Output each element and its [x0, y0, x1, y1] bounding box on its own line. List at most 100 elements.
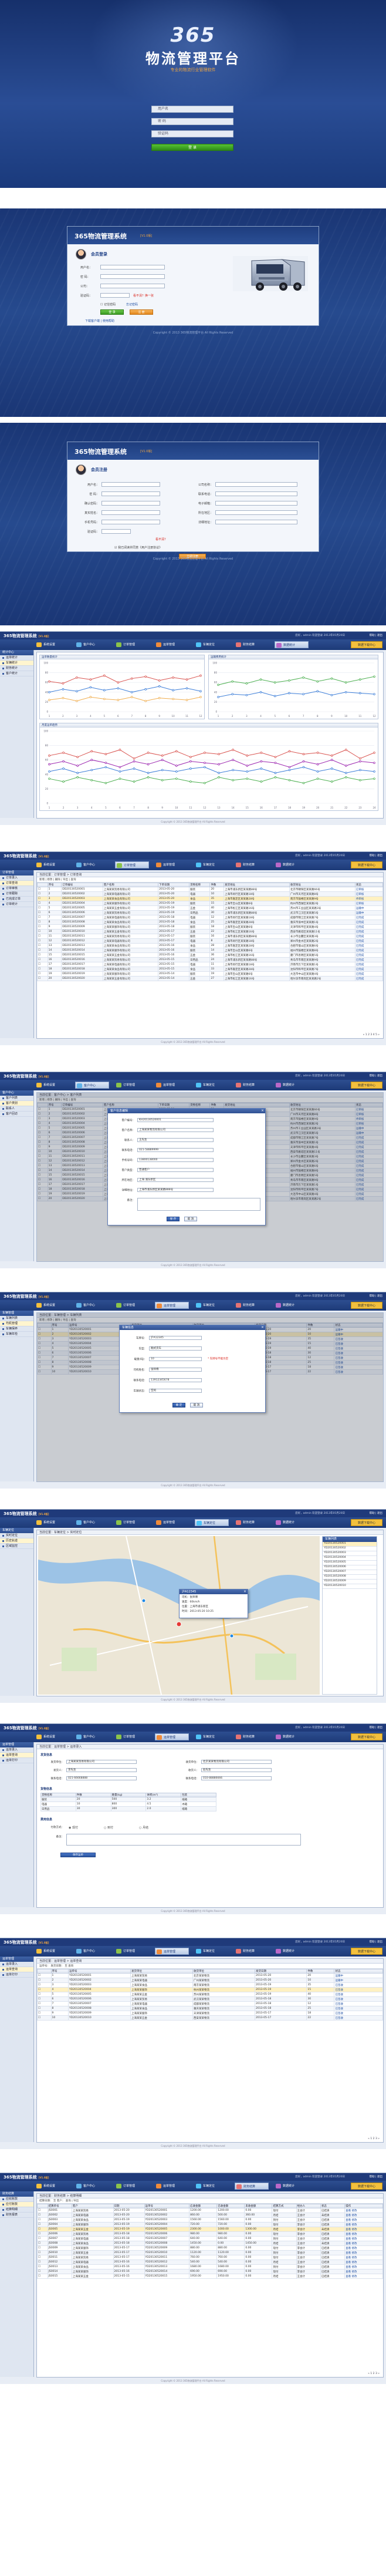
table-cell[interactable]: 300 [110, 1806, 147, 1811]
sidebar-item[interactable]: 客户回访 [0, 1112, 33, 1117]
data-point[interactable] [104, 753, 107, 756]
nav-item[interactable]: 财务结算 [235, 1519, 269, 1526]
data-point[interactable] [130, 696, 133, 698]
register-field-input[interactable] [101, 501, 160, 506]
data-point[interactable] [245, 693, 248, 696]
data-point[interactable] [218, 776, 220, 779]
data-point[interactable] [161, 769, 164, 772]
table-row[interactable]: 服装 20 500 3.2 纸箱 [40, 1797, 216, 1802]
nav-item[interactable]: 订单管理 [115, 2183, 149, 2190]
data-point[interactable] [199, 690, 202, 692]
table-row[interactable]: ☐ JS0001 上海某某贸易 2013-05-20 YD20130520001 1200… [37, 2208, 383, 2213]
remember-checkbox[interactable]: ☐ 记住密码 [100, 302, 116, 307]
column-header[interactable]: 应收金额 [189, 2204, 218, 2208]
table-row[interactable]: ☐ JS0011 上海某某贸易 2013-05-17 YD20130520011 760.… [37, 2255, 383, 2260]
register-field-input[interactable] [215, 491, 297, 496]
data-point[interactable] [373, 752, 375, 754]
data-point[interactable] [218, 753, 220, 756]
data-point[interactable] [117, 687, 120, 689]
table-row[interactable]: ☐1DD20130520001上海某某贸易有限公司2013-05-20服装20上… [37, 887, 384, 892]
table-row[interactable]: ☐13DD20130520013上海某某食品有限公司2013-05-16食品28… [37, 943, 384, 948]
nav-item[interactable]: 车辆定位 [195, 1302, 229, 1309]
row-checkbox[interactable]: ☐ [37, 1987, 52, 1992]
table-cell[interactable]: 电器 [40, 1801, 76, 1807]
data-point[interactable] [218, 772, 220, 775]
nav-item[interactable]: 系统设置 [35, 861, 69, 868]
table-row[interactable]: ☐ JS0014 上海某某服饰 2013-05-16 YD20130520014 690.… [37, 2269, 383, 2274]
top-links[interactable]: 帮助 | 退出 [370, 634, 382, 637]
data-point[interactable] [172, 698, 174, 701]
nav-item[interactable]: 财务结算 [235, 1302, 269, 1309]
toolbar[interactable]: 新增 | 修改 | 删除 | 导出 | 查询 [37, 877, 383, 883]
data-point[interactable] [147, 763, 150, 766]
data-point[interactable] [246, 755, 249, 757]
data-point[interactable] [161, 759, 164, 761]
nav-item[interactable]: 客户中心 [75, 641, 109, 648]
data-point[interactable] [104, 766, 107, 769]
data-point[interactable] [260, 767, 263, 770]
data-point[interactable] [103, 674, 106, 677]
data-point[interactable] [133, 760, 136, 763]
download-center-button[interactable]: 数据下载中心 [351, 1302, 382, 1309]
nav-item[interactable]: 数据统计 [275, 1733, 309, 1740]
table-row[interactable]: ☐9DD20130520009上海某某服饰有限公司2013-05-18服装18上… [37, 924, 384, 930]
login-button[interactable]: 登 录 [151, 144, 233, 151]
table-row[interactable]: ☐ JS0005 上海某某五金 2013-05-19 YD20130520005 2300… [37, 2227, 383, 2232]
data-point[interactable] [199, 696, 202, 698]
row-checkbox[interactable]: ☐ [37, 924, 48, 930]
data-point[interactable] [48, 699, 50, 701]
nav-item[interactable]: 车辆定位 [195, 2183, 229, 2190]
sidebar-item[interactable]: 车辆统计 [0, 661, 33, 666]
nav-item[interactable]: 运单管理 [155, 1302, 189, 1309]
sidebar-item[interactable]: 订单查询 [0, 881, 33, 886]
company-input[interactable] [100, 284, 165, 288]
row-checkbox[interactable]: ☐ [37, 2260, 48, 2265]
dialog-field-input[interactable]: 沪A12345 [149, 1336, 202, 1340]
table-row[interactable]: ☐8YD20130520008上海某某食品重庆某某物流2013-05-1825已… [37, 2006, 383, 2011]
data-point[interactable] [302, 693, 304, 695]
table-row[interactable]: ☐12DD20130520012上海某某电器有限公司2013-05-17电器8上… [37, 938, 384, 944]
data-point[interactable] [330, 780, 333, 783]
data-point[interactable] [288, 679, 290, 682]
table-row[interactable]: ☐3YD20130520003上海某某食品南京某某物流2013-05-1935已… [37, 1982, 383, 1988]
register-field-input[interactable] [101, 529, 131, 534]
close-icon[interactable]: × [261, 1109, 264, 1113]
nav-item[interactable]: 运单管理 [155, 2183, 189, 2190]
row-checkbox[interactable]: ☐ [37, 1982, 52, 1988]
data-point[interactable] [189, 780, 192, 783]
nav-item[interactable]: 系统设置 [35, 1519, 69, 1526]
download-center-button[interactable]: 数据下载中心 [351, 1082, 382, 1089]
password-input[interactable]: 密 码 [151, 118, 233, 125]
dialog-field-input[interactable]: 13912345678 [149, 1378, 202, 1382]
data-point[interactable] [118, 777, 121, 780]
data-point[interactable] [204, 762, 206, 764]
table-row[interactable]: ☐4YD20130520004上海某某服饰杭州某某物流2013-05-1915已… [37, 1987, 383, 1992]
data-point[interactable] [199, 674, 202, 677]
data-point[interactable] [245, 682, 248, 685]
dialog-field-input[interactable] [137, 1198, 260, 1211]
data-point[interactable] [316, 752, 319, 754]
download-center-button[interactable]: 数据下载中心 [351, 641, 382, 648]
data-point[interactable] [48, 755, 50, 757]
data-point[interactable] [147, 752, 150, 754]
table-row[interactable]: ☐5YD20130520005上海某某五金苏州某某物流2013-05-1940已… [37, 1992, 383, 1997]
nav-item[interactable]: 订单管理 [115, 1302, 149, 1309]
row-checkbox[interactable]: ☐ [37, 2274, 48, 2279]
data-point[interactable] [345, 749, 347, 751]
row-checkbox[interactable]: ☐ [37, 2236, 48, 2241]
row-checkbox[interactable]: ☐ [37, 2245, 48, 2251]
table-row[interactable]: ☐14DD20130520014上海某某服饰有限公司2013-05-16服装14… [37, 948, 384, 953]
row-checkbox[interactable]: ☐ [37, 948, 48, 953]
download-center-button[interactable]: 数据下载中心 [351, 1519, 382, 1526]
column-header[interactable]: 序号 [50, 1969, 69, 1974]
column-header[interactable]: 发货日期 [255, 1969, 307, 1974]
row-checkbox[interactable]: ☐ [37, 2213, 48, 2218]
table-row[interactable]: ☐ JS0008 上海某某食品 2013-05-18 YD20130520008 1450… [37, 2241, 383, 2246]
row-checkbox[interactable]: ☐ [37, 891, 48, 897]
nav-item[interactable]: 系统设置 [35, 641, 69, 648]
table-cell[interactable]: 纸箱 [181, 1806, 216, 1811]
register-field-input[interactable] [101, 482, 160, 487]
username-input[interactable] [100, 265, 165, 270]
table-row[interactable]: ☐ JS0003 上海某某食品 2013-05-19 YD20130520003 1560… [37, 2217, 383, 2223]
sidebar-item[interactable]: 车辆列表 [0, 1316, 33, 1321]
